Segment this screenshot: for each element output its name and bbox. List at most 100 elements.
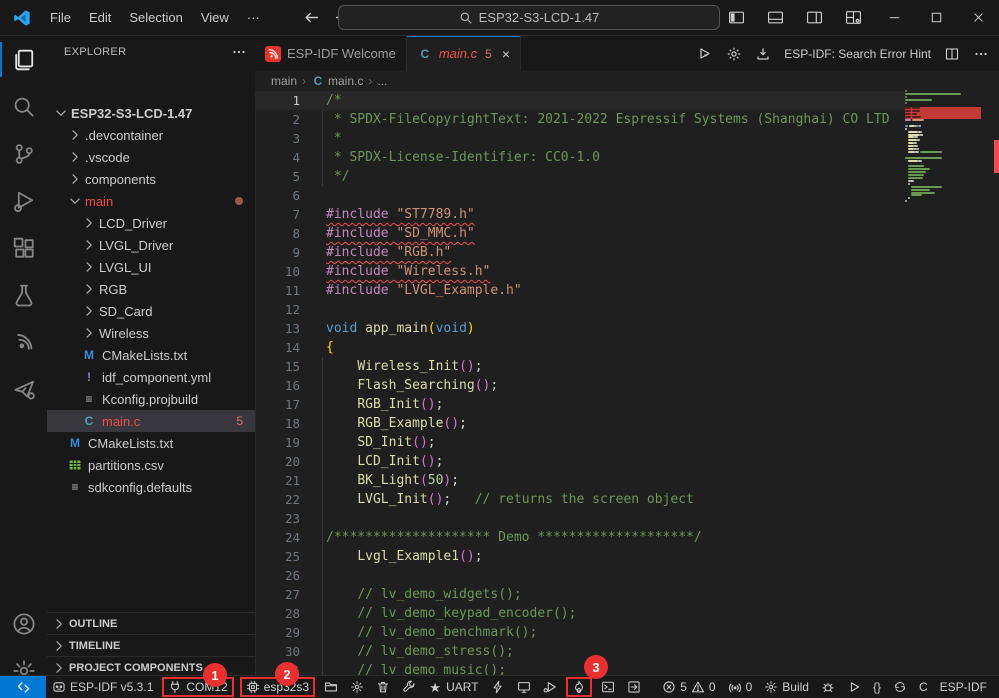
status-esp-idf-extension[interactable]: ESP-IDF — [934, 676, 993, 698]
code-line-26: 26 — [255, 566, 905, 585]
arrow-back-icon[interactable] — [303, 9, 320, 26]
status-cmake-build[interactable]: Build — [758, 676, 815, 698]
status-cmake-debug[interactable] — [815, 676, 841, 698]
gear-icon[interactable] — [726, 46, 742, 62]
tree-item-esp32-s3-lcd-1-47[interactable]: ESP32-S3-LCD-1.47 — [47, 102, 255, 124]
code-line-17: 17 RGB_Init(); — [255, 395, 905, 414]
close-button[interactable] — [957, 0, 999, 35]
source-control-icon — [12, 142, 36, 166]
command-center-search[interactable]: ESP32-S3-LCD-1.47 — [338, 5, 720, 30]
line-number: 4 — [255, 148, 317, 167]
minimize-button[interactable] — [873, 0, 915, 35]
status-build-flash-monitor[interactable] — [566, 677, 592, 697]
code-text: * SPDX-License-Identifier: CC0-1.0 — [317, 148, 600, 167]
tree-item-main[interactable]: main — [47, 190, 255, 212]
more-actions-icon[interactable] — [231, 44, 247, 60]
status-language-mode[interactable]: C — [913, 676, 934, 698]
export-icon — [627, 680, 641, 694]
menu-bar: FileEditSelectionView··· — [41, 6, 269, 30]
tree-item-lvgl-ui[interactable]: LVGL_UI — [47, 256, 255, 278]
activity-esp-component-registry[interactable] — [0, 365, 47, 412]
menu-edit[interactable]: Edit — [80, 6, 120, 30]
status-idf-terminal[interactable] — [595, 676, 621, 698]
breadcrumb-item[interactable]: ... — [377, 74, 387, 88]
status-full-clean[interactable] — [370, 676, 396, 698]
maximize-button[interactable] — [915, 0, 957, 35]
activity-run-and-debug[interactable] — [0, 177, 47, 224]
status-flash-method[interactable]: ★UART — [422, 676, 484, 698]
toggle-panel-icon[interactable] — [767, 9, 784, 26]
activity-explorer[interactable] — [0, 36, 47, 83]
tree-item-idf-component-yml[interactable]: !idf_component.yml — [47, 366, 255, 388]
menu-more[interactable]: ··· — [238, 6, 269, 30]
tab-main-c[interactable]: Cmain.c5× — [407, 36, 521, 71]
code-text: #include "RGB.h" — [317, 243, 451, 262]
tree-item-lvgl-driver[interactable]: LVGL_Driver — [47, 234, 255, 256]
status-problems[interactable]: 50 — [656, 676, 721, 698]
toggle-primary-sidebar-icon[interactable] — [728, 9, 745, 26]
toggle-secondary-sidebar-icon[interactable] — [806, 9, 823, 26]
chevdown-icon — [53, 105, 69, 121]
code-line-21: 21 BK_Light(50); — [255, 471, 905, 490]
code-line-15: 15 Wireless_Init(); — [255, 357, 905, 376]
tree-item-cmakelists-txt[interactable]: MCMakeLists.txt — [47, 344, 255, 366]
status-cmake-launch[interactable] — [841, 676, 867, 698]
activity-source-control[interactable] — [0, 130, 47, 177]
split-editor-icon[interactable] — [944, 46, 960, 62]
annotation-badge-1: 1 — [203, 663, 227, 687]
code-editor[interactable]: 1/*2 * SPDX-FileCopyrightText: 2021-2022… — [255, 91, 905, 676]
tree-item-components[interactable]: components — [47, 168, 255, 190]
breadcrumb-item[interactable]: main.c — [328, 74, 363, 88]
config-icon: ≡ — [81, 391, 97, 407]
remote-indicator[interactable] — [0, 676, 46, 698]
section-outline[interactable]: OUTLINE — [47, 612, 255, 635]
menu-file[interactable]: File — [41, 6, 80, 30]
status-execute-custom-task[interactable] — [621, 676, 647, 698]
tree-item-rgb[interactable]: RGB — [47, 278, 255, 300]
breadcrumb-item[interactable]: main — [271, 74, 297, 88]
status-flash-device[interactable] — [485, 676, 511, 698]
activity-testing[interactable] — [0, 271, 47, 318]
tree-item-sd-card[interactable]: SD_Card — [47, 300, 255, 322]
activity-accounts[interactable] — [0, 600, 47, 647]
chip-icon — [246, 680, 260, 694]
code-line-30: 30 // lv_demo_stress(); — [255, 642, 905, 661]
status-esp-idf-version[interactable]: ESP-IDF v5.3.1 — [46, 676, 159, 698]
esp-idf-hint-button[interactable]: ESP-IDF: Search Error Hint — [784, 47, 931, 61]
run-dropdown-icon[interactable] — [697, 46, 713, 62]
install-icon[interactable] — [755, 46, 771, 62]
tree-item-partitions-csv[interactable]: partitions.csv — [47, 454, 255, 476]
status-monitor-device[interactable] — [511, 676, 537, 698]
customize-layout-icon[interactable] — [845, 9, 862, 26]
menu-selection[interactable]: Selection — [120, 6, 191, 30]
code-line-23: 23 — [255, 509, 905, 528]
tree-item-kconfig-projbuild[interactable]: ≡Kconfig.projbuild — [47, 388, 255, 410]
close-tab-icon[interactable]: × — [502, 46, 510, 62]
status-debug-device[interactable] — [537, 676, 563, 698]
tree-item-wireless[interactable]: Wireless — [47, 322, 255, 344]
status-ports-forwarded[interactable]: 0 — [722, 676, 759, 698]
octoface-icon — [52, 680, 66, 694]
tree-item-lcd-driver[interactable]: LCD_Driver — [47, 212, 255, 234]
status-language-braces[interactable]: {} — [867, 676, 887, 698]
status-sync-status[interactable] — [887, 676, 913, 698]
section-timeline[interactable]: TIMELINE — [47, 634, 255, 657]
minimap[interactable] — [905, 88, 985, 676]
status-sdk-configuration[interactable] — [344, 676, 370, 698]
more-actions-icon[interactable] — [973, 46, 989, 62]
status-open-folder[interactable] — [318, 676, 344, 698]
tree-item--devcontainer[interactable]: .devcontainer — [47, 124, 255, 146]
code-line-22: 22 LVGL_Init(); // returns the screen ob… — [255, 490, 905, 509]
tab-esp-idf-welcome[interactable]: ESP-IDF Welcome — [255, 36, 407, 71]
activity-search[interactable] — [0, 83, 47, 130]
activity-extensions[interactable] — [0, 224, 47, 271]
status-build-project[interactable] — [396, 676, 422, 698]
tree-item--vscode[interactable]: .vscode — [47, 146, 255, 168]
tree-item-cmakelists-txt[interactable]: MCMakeLists.txt — [47, 432, 255, 454]
menu-view[interactable]: View — [192, 6, 238, 30]
tree-item-sdkconfig-defaults[interactable]: ≡sdkconfig.defaults — [47, 476, 255, 498]
breadcrumb[interactable]: main›Cmain.c›... — [255, 71, 905, 91]
activity-espressif-idf[interactable] — [0, 318, 47, 365]
tree-item-main-c[interactable]: Cmain.c5 — [47, 410, 255, 432]
gear-icon — [350, 680, 364, 694]
